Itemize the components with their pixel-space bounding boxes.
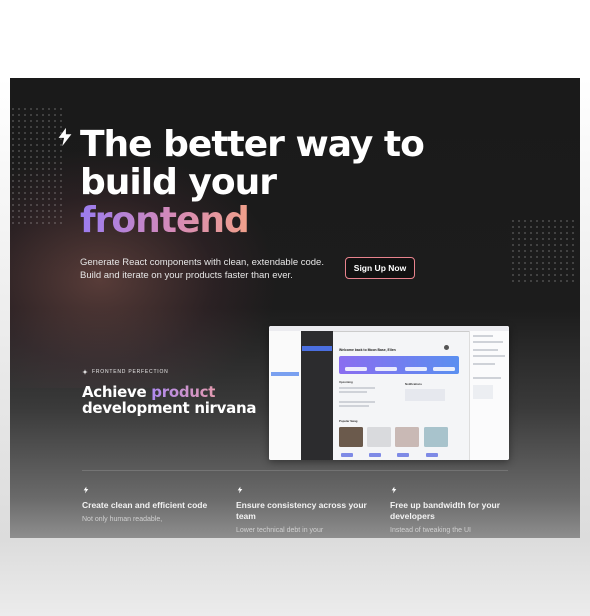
lightning-bolt-icon [391,486,397,494]
feature-text: Not only human readable, [82,516,163,523]
landing-page: The better way to build your frontend Ge… [10,78,580,538]
feature-clean-code: Create clean and efficient code Not only… [82,486,217,524]
mock-notifications: Notifications [405,382,422,386]
feature-consistency: Ensure consistency across your team Lowe… [236,486,371,535]
feature-bandwidth: Free up bandwidth for your developers In… [390,486,525,535]
section-eyebrow: FRONTEND PERFECTION [82,369,169,375]
hero-subtitle-line1: Generate React components with clean, ex… [80,257,324,268]
dot-grid-left [10,106,62,226]
section-eyebrow-text: FRONTEND PERFECTION [92,369,169,375]
feature-text: Instead of tweaking the UI [390,527,471,534]
lightning-bolt-icon [237,486,243,494]
feature-title: Create clean and efficient code [82,500,208,510]
section-heading: Achieve product development nirvana [82,384,256,416]
feature-title: Free up bandwidth for your developers [390,500,501,521]
sign-up-button[interactable]: Sign Up Now [345,257,415,279]
sparkle-icon [82,369,88,375]
feature-text: Lower technical debt in your [236,527,324,534]
mock-banner [339,356,459,374]
mock-upcoming: Upcoming [339,380,353,384]
hero-subtitle: Generate React components with clean, ex… [80,256,350,282]
mock-welcome: Welcome back to Moon Base, Ellen [339,348,396,352]
mock-component-tree [269,331,302,460]
product-screenshot: Welcome back to Moon Base, Ellen Upcomin… [269,326,509,460]
section-heading-line2: development nirvana [82,399,257,417]
feature-title: Ensure consistency across your team [236,500,367,521]
divider [82,470,508,471]
mock-avatar [444,345,449,350]
lightning-bolt-icon [58,127,72,147]
dot-grid-right [510,218,576,284]
hero-subtitle-line2: Build and iterate on your products faste… [80,270,293,281]
mock-popular: Popular Swag [339,419,358,423]
hero-title: The better way to build your frontend [80,124,425,241]
hero-title-line2: build your [80,162,277,203]
mock-properties-panel [469,331,509,460]
hero-title-line1: The better way to [80,124,425,165]
lightning-bolt-icon [83,486,89,494]
mock-nav [301,331,333,460]
hero-title-highlight: frontend [80,200,250,241]
mock-content: Welcome back to Moon Base, Ellen Upcomin… [333,331,469,460]
